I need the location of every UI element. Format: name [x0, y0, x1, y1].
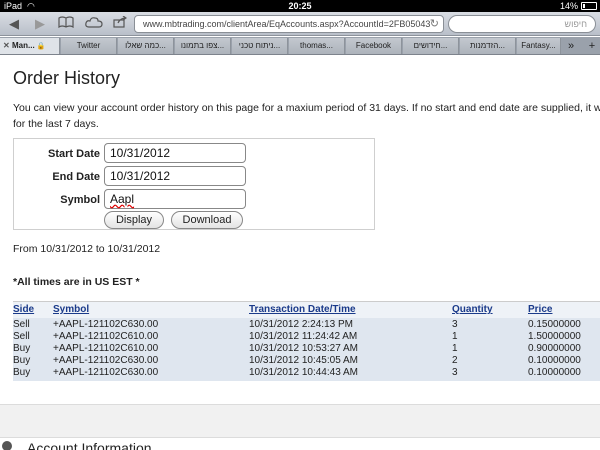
cell-symbol: +AAPL-121102C610.00 — [53, 331, 159, 342]
close-tab-icon[interactable]: ✕ — [3, 38, 10, 54]
search-placeholder: חיפוש — [564, 19, 587, 29]
web-page: Order History You can view your account … — [0, 56, 600, 450]
new-tab-icon[interactable]: + — [582, 38, 600, 54]
cell-datetime: 10/31/2012 11:24:42 AM — [249, 331, 358, 342]
address-text: www.mbtrading.com/clientArea/EqAccounts.… — [143, 19, 431, 29]
tab[interactable]: ניתוח טכני... — [232, 38, 288, 54]
cell-datetime: 10/31/2012 10:45:05 AM — [249, 355, 358, 366]
table-body: Sell +AAPL-121102C630.00 10/31/2012 2:24… — [13, 318, 600, 381]
tab-bar: ✕ Man... 🔒 Twitter כמה שאלו... צפו בתמונו… — [0, 37, 600, 55]
tab[interactable]: הזדמנות... — [460, 38, 516, 54]
tab[interactable]: כמה שאלו... — [118, 38, 174, 54]
tab-label: Twitter — [76, 41, 101, 50]
tab-twitter[interactable]: Twitter — [61, 38, 117, 54]
column-header-quantity[interactable]: Quantity — [452, 304, 493, 315]
cell-symbol: +AAPL-121102C630.00 — [53, 355, 159, 366]
tab-label: Man... — [12, 41, 35, 50]
cell-side: Sell — [13, 319, 30, 330]
end-date-label: End Date — [52, 171, 100, 183]
battery-icon — [581, 2, 597, 10]
tab-label: ניתוח טכני... — [238, 41, 281, 50]
cell-datetime: 10/31/2012 10:53:27 AM — [249, 343, 358, 354]
account-information-label: Account Information — [27, 440, 152, 450]
tab-label: צפו בתמונו... — [180, 41, 225, 50]
footer-bar — [0, 404, 600, 438]
cell-side: Sell — [13, 331, 30, 342]
timezone-note: *All times are in US EST * — [13, 276, 140, 288]
order-table: Side Symbol Transaction Date/Time Quanti… — [13, 301, 600, 381]
tab-active[interactable]: ✕ Man... 🔒 — [0, 38, 60, 54]
status-bar: iPad ◠ 20:25 14% — [0, 0, 600, 12]
column-header-side[interactable]: Side — [13, 304, 34, 315]
cell-price: 0.15000000 — [528, 319, 581, 330]
lock-icon: 🔒 — [36, 43, 46, 50]
cell-datetime: 10/31/2012 2:24:13 PM — [249, 319, 353, 330]
tab-label: Fantasy... — [521, 41, 556, 50]
tab[interactable]: Fantasy... — [517, 38, 561, 54]
tab[interactable]: thomas... — [289, 38, 345, 54]
tab[interactable]: צפו בתמונו... — [175, 38, 231, 54]
cell-price: 0.10000000 — [528, 367, 581, 378]
start-date-input[interactable]: 10/31/2012 — [104, 143, 246, 163]
filter-form: Start Date 10/31/2012 End Date 10/31/201… — [13, 138, 375, 230]
expand-icon[interactable] — [2, 441, 12, 450]
cell-quantity: 2 — [452, 355, 458, 366]
symbol-value: Aapl — [110, 192, 135, 206]
more-tabs-icon[interactable]: » — [561, 38, 581, 54]
search-field[interactable]: חיפוש — [448, 15, 596, 33]
share-icon[interactable] — [110, 15, 130, 33]
tab-label: הזדמנות... — [470, 41, 505, 50]
tab-facebook[interactable]: Facebook — [346, 38, 402, 54]
page-title: Order History — [13, 68, 121, 88]
tab[interactable]: חידושים... — [403, 38, 459, 54]
back-icon[interactable]: ◀ — [4, 15, 24, 33]
tab-label: כמה שאלו... — [125, 41, 166, 50]
end-date-input[interactable]: 10/31/2012 — [104, 166, 246, 186]
cell-price: 1.50000000 — [528, 331, 581, 342]
cell-quantity: 1 — [452, 331, 458, 342]
browser-toolbar: ◀ ▶ www.mbtrading.com/clientArea/EqAccou… — [0, 12, 600, 36]
download-button[interactable]: Download — [171, 211, 243, 229]
cell-quantity: 3 — [452, 367, 458, 378]
cell-price: 0.10000000 — [528, 355, 581, 366]
cell-side: Buy — [13, 343, 31, 354]
display-button[interactable]: Display — [104, 211, 164, 229]
forward-icon[interactable]: ▶ — [30, 15, 50, 33]
cell-quantity: 1 — [452, 343, 458, 354]
bookmarks-icon[interactable] — [56, 15, 76, 33]
column-header-symbol[interactable]: Symbol — [53, 304, 89, 315]
tab-label: thomas... — [300, 41, 333, 50]
column-header-datetime[interactable]: Transaction Date/Time — [249, 304, 356, 315]
reload-icon[interactable]: ↻ — [430, 16, 439, 32]
cell-price: 0.90000000 — [528, 343, 581, 354]
date-range-text: From 10/31/2012 to 10/31/2012 — [13, 243, 161, 255]
start-date-label: Start Date — [48, 148, 100, 160]
tab-label: Facebook — [355, 41, 392, 50]
tab-label: חידושים... — [413, 41, 448, 50]
clock: 20:25 — [288, 1, 312, 11]
cell-datetime: 10/31/2012 10:44:43 AM — [249, 367, 358, 378]
symbol-label: Symbol — [60, 194, 100, 206]
address-bar[interactable]: www.mbtrading.com/clientArea/EqAccounts.… — [134, 15, 444, 33]
battery-percent: 14% — [559, 1, 578, 11]
cell-symbol: +AAPL-121102C610.00 — [53, 343, 159, 354]
column-header-price[interactable]: Price — [528, 304, 552, 315]
table-header: Side Symbol Transaction Date/Time Quanti… — [13, 302, 600, 318]
cell-side: Buy — [13, 355, 31, 366]
account-information-section[interactable]: Account Information — [0, 438, 600, 450]
cell-quantity: 3 — [452, 319, 458, 330]
intro-text: You can view your account order history … — [13, 102, 600, 130]
cloud-icon[interactable] — [84, 15, 104, 33]
cell-symbol: +AAPL-121102C630.00 — [53, 319, 159, 330]
symbol-input[interactable]: Aapl — [104, 189, 246, 209]
cell-symbol: +AAPL-121102C630.00 — [53, 367, 159, 378]
cell-side: Buy — [13, 367, 31, 378]
